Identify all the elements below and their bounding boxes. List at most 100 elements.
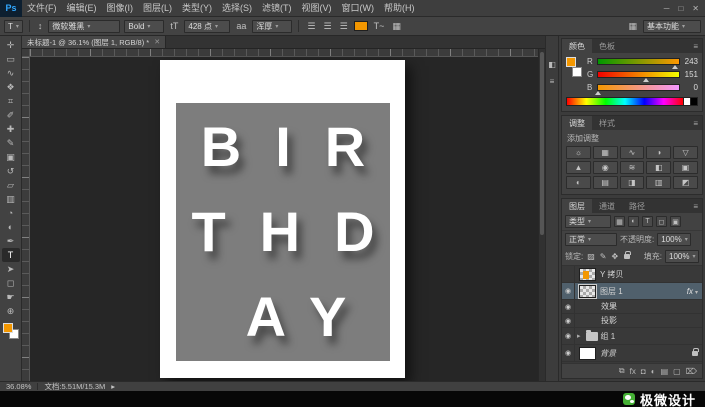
lock-position-icon[interactable]: ✥ bbox=[611, 252, 620, 261]
lock-pixels-icon[interactable]: ✎ bbox=[599, 252, 608, 261]
tab-paths[interactable]: 路径 bbox=[622, 199, 652, 213]
effect-name[interactable]: 投影 bbox=[601, 315, 617, 326]
layer-filter-select[interactable]: 类型 bbox=[565, 215, 611, 228]
visibility-toggle[interactable]: ◉ bbox=[562, 300, 575, 313]
dock-panel-icon-1[interactable]: ◧ bbox=[548, 60, 556, 69]
crop-tool[interactable]: ⌗ bbox=[2, 94, 20, 108]
align-center-icon[interactable]: ☰ bbox=[322, 21, 334, 32]
new-group-icon[interactable]: ▤ bbox=[661, 367, 669, 376]
font-family-select[interactable]: 微软雅黑 bbox=[48, 20, 120, 33]
layer-fx-badge[interactable]: fx bbox=[687, 287, 698, 296]
panel-menu-icon[interactable]: ≡ bbox=[689, 39, 702, 53]
font-style-select[interactable]: Bold bbox=[124, 20, 164, 33]
green-value[interactable]: 151 bbox=[683, 70, 698, 79]
hand-tool[interactable]: ☛ bbox=[2, 290, 20, 304]
maximize-button[interactable]: □ bbox=[678, 4, 683, 13]
menu-item-filter[interactable]: 滤镜(T) bbox=[257, 0, 297, 17]
move-tool[interactable]: ✛ bbox=[2, 38, 20, 52]
invert-icon[interactable]: ◐ bbox=[566, 176, 591, 189]
blur-tool[interactable]: ◔ bbox=[2, 206, 20, 220]
clone-stamp-tool[interactable]: ▣ bbox=[2, 150, 20, 164]
close-button[interactable]: ✕ bbox=[692, 4, 699, 13]
healing-brush-tool[interactable]: ✚ bbox=[2, 122, 20, 136]
opacity-select[interactable]: 100% bbox=[657, 233, 691, 246]
canvas-area[interactable]: BIR THD AY bbox=[30, 57, 538, 381]
lock-transparency-icon[interactable]: ▨ bbox=[586, 252, 596, 261]
zoom-level[interactable]: 36.08% bbox=[6, 382, 31, 391]
green-slider[interactable] bbox=[597, 71, 680, 78]
rectangular-marquee-tool[interactable]: ▭ bbox=[2, 52, 20, 66]
menu-item-layer[interactable]: 图层(L) bbox=[138, 0, 177, 17]
warp-text-icon[interactable]: T~ bbox=[372, 21, 387, 31]
text-color-swatch[interactable] bbox=[354, 21, 368, 31]
group-expand-icon[interactable]: ▸ bbox=[577, 332, 581, 340]
visibility-toggle[interactable]: ◉ bbox=[562, 345, 575, 361]
tab-adjustments[interactable]: 调整 bbox=[562, 116, 592, 130]
menu-item-view[interactable]: 视图(V) bbox=[297, 0, 337, 17]
align-right-icon[interactable]: ☰ bbox=[338, 21, 350, 32]
layer-row-group-1[interactable]: ◉ ▸ 组 1 bbox=[562, 328, 702, 345]
black-white-icon[interactable]: ≋ bbox=[620, 161, 645, 174]
document-tab[interactable]: 未标题-1 @ 36.1% (图层 1, RGB/8) * ✕ bbox=[22, 36, 166, 48]
threshold-icon[interactable]: ◨ bbox=[620, 176, 645, 189]
effect-row-drop-shadow[interactable]: ◉ 投影 bbox=[562, 314, 702, 328]
tab-color[interactable]: 颜色 bbox=[562, 39, 592, 53]
adjustment-layer-icon[interactable]: ◐ bbox=[651, 367, 656, 376]
hue-saturation-icon[interactable]: ▲ bbox=[566, 161, 591, 174]
layer-row-layer-1[interactable]: ◉ 图层 1 fx bbox=[562, 283, 702, 300]
eyedropper-tool[interactable]: ✐ bbox=[2, 108, 20, 122]
menu-item-window[interactable]: 窗口(W) bbox=[337, 0, 380, 17]
quick-selection-tool[interactable]: ❖ bbox=[2, 80, 20, 94]
mini-foreground-swatch[interactable] bbox=[566, 57, 576, 67]
menu-item-help[interactable]: 帮助(H) bbox=[379, 0, 420, 17]
lock-all-icon[interactable] bbox=[624, 254, 630, 259]
menu-item-edit[interactable]: 编辑(E) bbox=[62, 0, 102, 17]
blend-mode-select[interactable]: 正常 bbox=[565, 233, 617, 246]
font-size-select[interactable]: 428 点 bbox=[184, 20, 230, 33]
effect-name[interactable]: 效果 bbox=[601, 301, 617, 312]
layer-thumbnail[interactable] bbox=[579, 285, 596, 298]
filter-adjustment-icon[interactable]: ◐ bbox=[628, 216, 639, 227]
visibility-toggle[interactable]: ◉ bbox=[562, 283, 575, 299]
type-tool[interactable]: T bbox=[2, 248, 20, 262]
layer-mask-icon[interactable]: ◘ bbox=[641, 367, 646, 376]
layer-row-y-copy[interactable]: Y 拷贝 bbox=[562, 266, 702, 283]
workspace-switcher[interactable]: 基本功能 bbox=[643, 20, 701, 33]
gradient-map-icon[interactable]: ▥ bbox=[646, 176, 671, 189]
layer-row-background[interactable]: ◉ 背景 bbox=[562, 345, 702, 362]
scrollbar-thumb[interactable] bbox=[540, 52, 544, 235]
text-orientation-icon[interactable]: ↕ bbox=[36, 21, 45, 31]
pen-tool[interactable]: ✒ bbox=[2, 234, 20, 248]
foreground-color-swatch[interactable] bbox=[3, 323, 13, 333]
blue-value[interactable]: 0 bbox=[683, 83, 698, 92]
new-layer-icon[interactable]: ▢ bbox=[673, 367, 681, 376]
spectrum-ramp[interactable] bbox=[566, 97, 684, 106]
tab-channels[interactable]: 通道 bbox=[592, 199, 622, 213]
tab-swatches[interactable]: 色板 bbox=[592, 39, 622, 53]
visibility-toggle[interactable]: ◉ bbox=[562, 314, 575, 327]
red-slider-knob[interactable] bbox=[672, 62, 678, 69]
menu-item-type[interactable]: 类型(Y) bbox=[177, 0, 217, 17]
filter-shape-icon[interactable]: ◻ bbox=[656, 216, 667, 227]
visibility-toggle[interactable]: ◉ bbox=[562, 328, 575, 344]
minimize-button[interactable]: ─ bbox=[664, 4, 670, 13]
eraser-tool[interactable]: ▱ bbox=[2, 178, 20, 192]
spectrum-white[interactable] bbox=[684, 97, 691, 106]
anti-alias-select[interactable]: 浑厚 bbox=[252, 20, 292, 33]
history-brush-tool[interactable]: ↺ bbox=[2, 164, 20, 178]
zoom-tool[interactable]: ⊕ bbox=[2, 304, 20, 318]
layer-name[interactable]: 图层 1 bbox=[600, 286, 623, 297]
dodge-tool[interactable]: ◐ bbox=[2, 220, 20, 234]
brightness-contrast-icon[interactable]: ☼ bbox=[566, 146, 591, 159]
menu-item-select[interactable]: 选择(S) bbox=[217, 0, 257, 17]
mini-background-swatch[interactable] bbox=[572, 67, 582, 77]
menu-item-image[interactable]: 图像(I) bbox=[102, 0, 139, 17]
layer-style-icon[interactable]: fx bbox=[630, 367, 636, 376]
layer-name[interactable]: 组 1 bbox=[601, 331, 616, 342]
layer-thumbnail[interactable] bbox=[579, 268, 596, 281]
effect-row-effects[interactable]: ◉ 效果 bbox=[562, 300, 702, 314]
blue-slider[interactable] bbox=[597, 84, 680, 91]
red-slider[interactable] bbox=[597, 58, 680, 65]
menu-item-file[interactable]: 文件(F) bbox=[22, 0, 62, 17]
curves-icon[interactable]: ∿ bbox=[620, 146, 645, 159]
